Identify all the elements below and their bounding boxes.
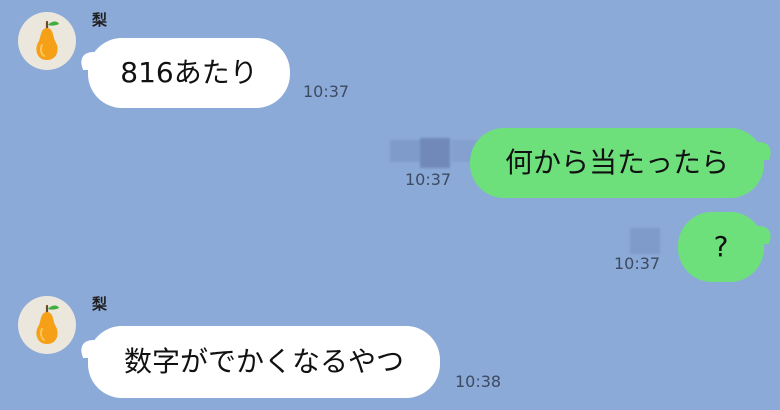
chat-view: 梨 816あたり 10:37 10:37 何から当たったら 10:37 ? 梨 …: [0, 0, 780, 410]
sender-name: 梨: [92, 11, 108, 29]
sender-name: 梨: [92, 295, 108, 313]
read-status-blurred: [630, 228, 660, 254]
read-status-blurred: [420, 138, 450, 168]
pear-icon: [36, 304, 59, 344]
message-text: ?: [713, 230, 729, 263]
message-bubble-outgoing[interactable]: ?: [678, 212, 764, 282]
message-time: 10:38: [455, 372, 502, 391]
message-time: 10:37: [405, 170, 452, 189]
read-status-blurred: [390, 140, 420, 162]
message-text: 何から当たったら: [504, 146, 729, 179]
pear-icon: [36, 20, 59, 60]
message-bubble-outgoing[interactable]: 何から当たったら: [470, 128, 764, 198]
message-time: 10:37: [303, 82, 350, 101]
message-time: 10:37: [614, 254, 661, 273]
message-bubble-incoming[interactable]: 816あたり: [88, 38, 290, 108]
message-text: 数字がでかくなるやつ: [123, 345, 404, 378]
message-text: 816あたり: [120, 56, 258, 89]
message-bubble-incoming[interactable]: 数字がでかくなるやつ: [88, 326, 440, 398]
contact-avatar[interactable]: [18, 12, 76, 70]
contact-avatar[interactable]: [18, 296, 76, 354]
